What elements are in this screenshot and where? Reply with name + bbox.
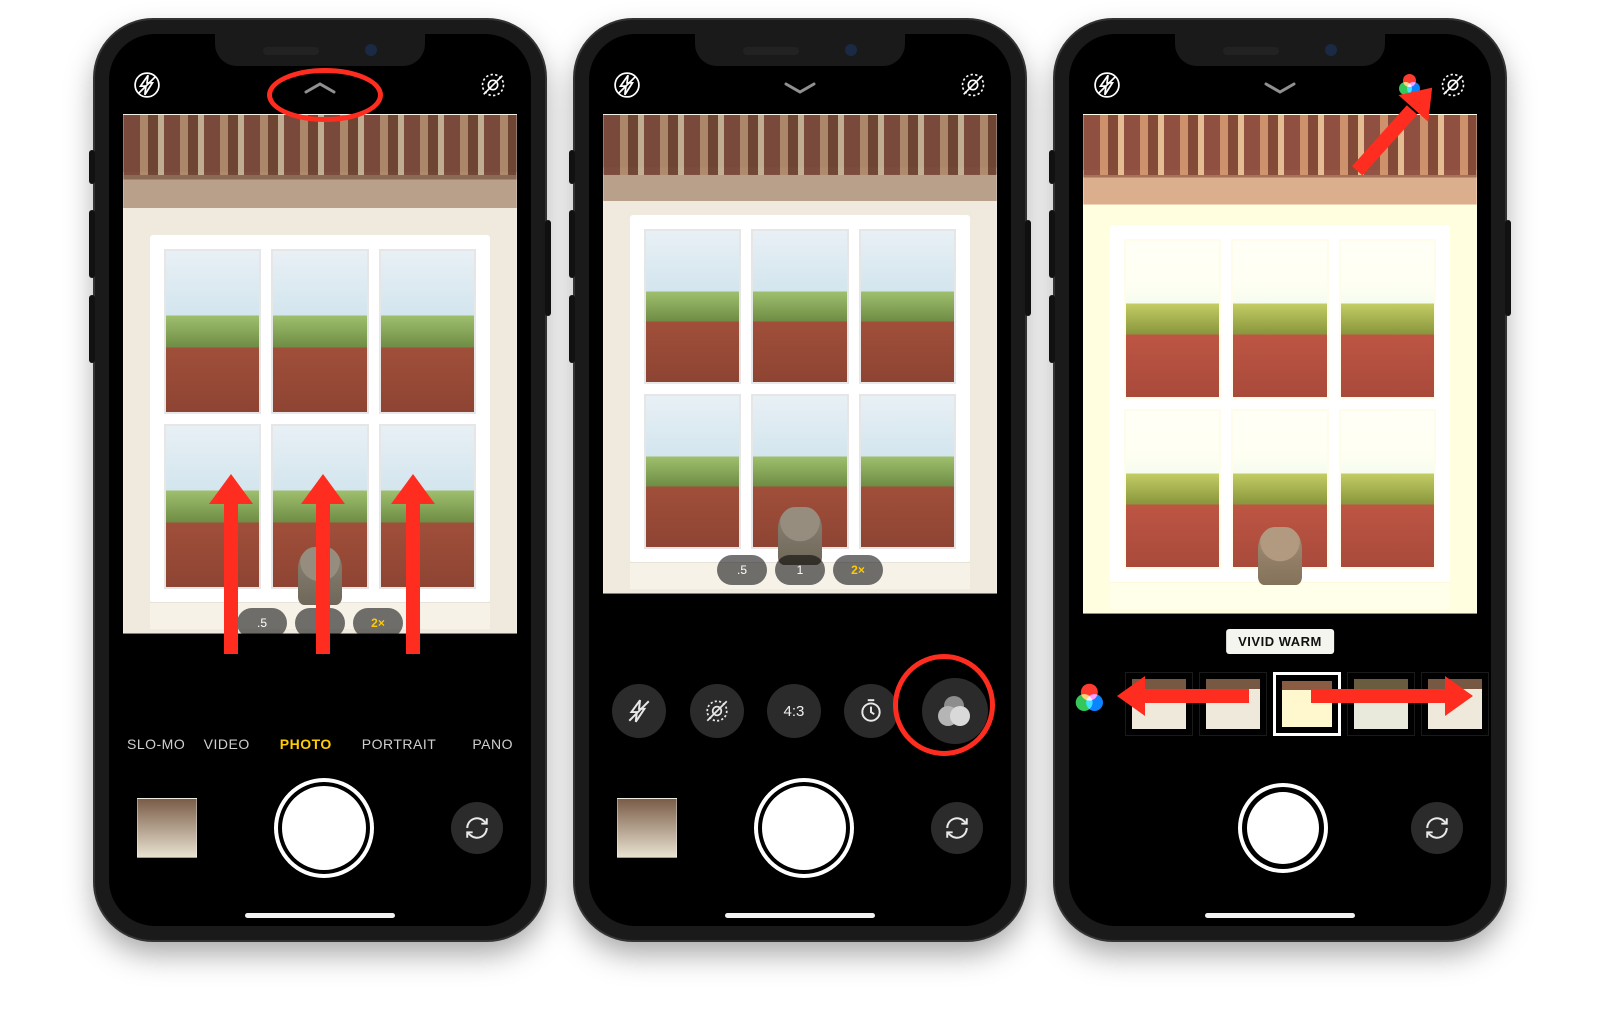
- shutter-button[interactable]: [762, 786, 846, 870]
- zoom-selector[interactable]: .5 1 2×: [717, 555, 883, 585]
- options-chevron-up-icon[interactable]: [302, 80, 338, 96]
- filter-carousel[interactable]: [1069, 668, 1491, 740]
- flash-off-icon[interactable]: [609, 67, 645, 103]
- flash-control-button[interactable]: [612, 684, 666, 738]
- zoom-ultrawide-button[interactable]: .5: [237, 608, 287, 638]
- mode-photo[interactable]: PHOTO: [280, 736, 332, 752]
- camera-viewfinder[interactable]: [123, 114, 517, 634]
- mode-video[interactable]: VIDEO: [204, 736, 250, 752]
- shutter-button[interactable]: [1242, 787, 1324, 869]
- home-indicator[interactable]: [725, 913, 875, 918]
- last-photo-thumbnail[interactable]: [137, 798, 197, 858]
- filter-thumb-original[interactable]: [1125, 672, 1193, 736]
- home-indicator[interactable]: [245, 913, 395, 918]
- filter-thumb-vivid[interactable]: [1199, 672, 1267, 736]
- aspect-ratio-button[interactable]: 4:3: [767, 684, 821, 738]
- iphone-device-1: .5 1 2× SLO-MO VIDEO PHOTO PORTRAIT PANO: [95, 20, 545, 940]
- live-photo-off-icon[interactable]: [475, 67, 511, 103]
- last-photo-thumbnail[interactable]: [617, 798, 677, 858]
- filters-toggle-button[interactable]: [1079, 687, 1113, 721]
- zoom-1x-button[interactable]: 1: [775, 555, 825, 585]
- notch: [215, 34, 425, 66]
- shutter-button[interactable]: [282, 786, 366, 870]
- zoom-ultrawide-button[interactable]: .5: [717, 555, 767, 585]
- camera-app-screen: .5 1 2× 4:3: [589, 34, 1011, 926]
- flash-off-icon[interactable]: [129, 67, 165, 103]
- filter-thumb-dramatic[interactable]: [1421, 672, 1489, 736]
- switch-camera-button[interactable]: [451, 802, 503, 854]
- mode-portrait[interactable]: PORTRAIT: [362, 736, 437, 752]
- options-chevron-down-icon[interactable]: [782, 80, 818, 96]
- rgb-filter-icon: [1076, 684, 1105, 713]
- mode-slomo[interactable]: SLO-MO: [127, 736, 185, 752]
- zoom-2x-button[interactable]: 2×: [353, 608, 403, 638]
- options-chevron-down-icon[interactable]: [1262, 80, 1298, 96]
- rgb-filter-icon: [1399, 74, 1421, 96]
- switch-camera-button[interactable]: [1411, 802, 1463, 854]
- filter-thumb-vivid-cool[interactable]: [1347, 672, 1415, 736]
- notch: [1175, 34, 1385, 66]
- camera-viewfinder[interactable]: [1083, 114, 1477, 614]
- last-photo-thumbnail[interactable]: [1097, 799, 1155, 857]
- mode-pano[interactable]: PANO: [472, 736, 513, 752]
- filter-name-label: VIVID WARM: [1226, 629, 1334, 654]
- timer-button[interactable]: [844, 684, 898, 738]
- iphone-device-2: .5 1 2× 4:3: [575, 20, 1025, 940]
- home-indicator[interactable]: [1205, 913, 1355, 918]
- filter-active-indicator-icon[interactable]: [1399, 67, 1421, 103]
- camera-options-tray: 4:3: [589, 678, 1011, 744]
- iphone-device-3: VIVID WARM: [1055, 20, 1505, 940]
- filters-icon: [938, 694, 972, 728]
- flash-off-icon[interactable]: [1089, 67, 1125, 103]
- zoom-2x-button[interactable]: 2×: [833, 555, 883, 585]
- zoom-1x-button[interactable]: 1: [295, 608, 345, 638]
- live-photo-off-icon[interactable]: [955, 67, 991, 103]
- camera-app-screen: .5 1 2× SLO-MO VIDEO PHOTO PORTRAIT PANO: [109, 34, 531, 926]
- live-photo-off-icon[interactable]: [1435, 67, 1471, 103]
- camera-app-screen: VIVID WARM: [1069, 34, 1491, 926]
- notch: [695, 34, 905, 66]
- live-photo-control-button[interactable]: [690, 684, 744, 738]
- filters-button[interactable]: [922, 678, 988, 744]
- camera-viewfinder[interactable]: .5 1 2×: [603, 114, 997, 594]
- switch-camera-button[interactable]: [931, 802, 983, 854]
- filter-thumb-vivid-warm[interactable]: [1273, 672, 1341, 736]
- camera-mode-selector[interactable]: SLO-MO VIDEO PHOTO PORTRAIT PANO: [109, 736, 531, 752]
